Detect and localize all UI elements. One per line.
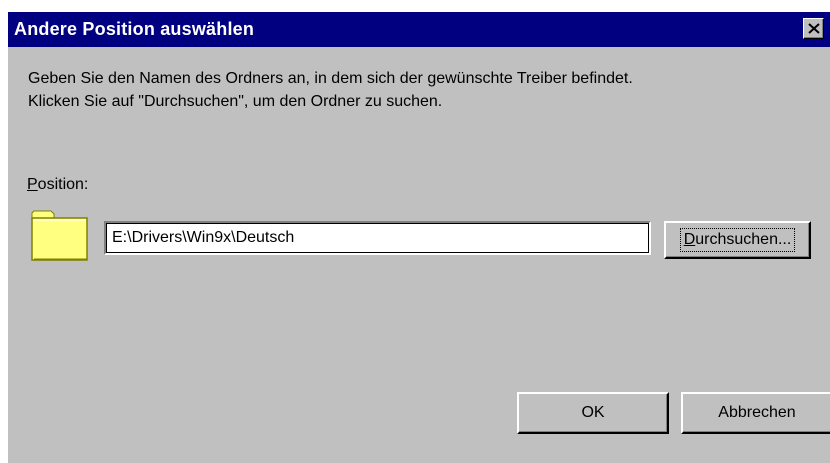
ok-button[interactable]: OK (517, 392, 669, 434)
browse-button-focus: Durchsuchen... (679, 228, 796, 252)
close-icon (807, 23, 820, 34)
cancel-button[interactable]: Abbrechen (681, 392, 830, 434)
dialog-title: Andere Position auswählen (14, 19, 255, 39)
close-button[interactable] (803, 18, 824, 39)
title-bar[interactable]: Andere Position auswählen (8, 12, 830, 47)
browse-button[interactable]: Durchsuchen... (664, 221, 811, 259)
instructions-text: Geben Sie den Namen des Ordners an, in d… (28, 67, 633, 113)
position-label: Position: (27, 176, 88, 194)
folder-icon (31, 210, 88, 261)
browse-button-accelerator: D (683, 231, 696, 248)
instructions-line-1: Geben Sie den Namen des Ordners an, in d… (28, 70, 633, 87)
instructions-line-2: Klicken Sie auf "Durchsuchen", um den Or… (28, 93, 443, 110)
position-input[interactable] (104, 221, 651, 255)
position-label-accelerator: P (27, 176, 38, 193)
select-location-dialog: Andere Position auswählen Geben Sie den … (8, 12, 830, 463)
position-label-text: osition: (37, 176, 89, 193)
browse-button-label: urchsuchen... (695, 231, 792, 248)
